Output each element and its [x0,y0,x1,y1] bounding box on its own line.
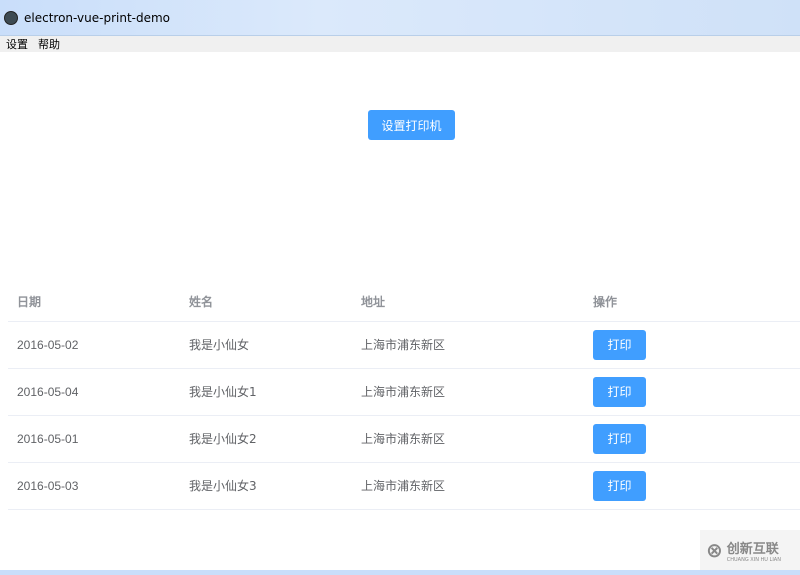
cell-action: 打印 [584,321,800,369]
cell-address: 上海市浦东新区 [352,462,584,510]
watermark-logo-icon: ⊗ [706,538,723,562]
taskbar-edge [0,570,800,575]
cell-address: 上海市浦东新区 [352,321,584,369]
title-bar: electron-vue-print-demo [0,0,800,36]
cell-date: 2016-05-02 [8,321,180,369]
header-name: 姓名 [180,282,352,322]
cell-action: 打印 [584,415,800,463]
cell-date: 2016-05-04 [8,368,180,416]
watermark-subtext: CHUANG XIN HU LIAN [726,556,781,563]
header-date: 日期 [8,282,180,322]
table-row: 2016-05-01 我是小仙女2 上海市浦东新区 打印 [8,415,800,463]
cell-date: 2016-05-03 [8,462,180,510]
window-title: electron-vue-print-demo [24,10,171,25]
data-table: 日期 姓名 地址 操作 2016-05-02 我是小仙女 上海市浦东新区 打印 2… [8,282,800,510]
set-printer-button[interactable]: 设置打印机 [368,110,455,140]
cell-name: 我是小仙女3 [180,462,352,510]
cell-address: 上海市浦东新区 [352,415,584,463]
cell-date: 2016-05-01 [8,415,180,463]
header-address: 地址 [352,282,584,322]
watermark: ⊗ 创新互联 CHUANG XIN HU LIAN [700,530,800,570]
cell-action: 打印 [584,462,800,510]
header-action: 操作 [584,282,800,322]
menu-help[interactable]: 帮助 [38,36,60,52]
main-content: 设置打印机 日期 姓名 地址 操作 2016-05-02 我是小仙女 上海市浦东… [0,52,800,570]
print-button[interactable]: 打印 [593,376,646,407]
cell-action: 打印 [584,368,800,416]
cell-address: 上海市浦东新区 [352,368,584,416]
watermark-text: 创新互联 [726,541,779,557]
cell-name: 我是小仙女1 [180,368,352,416]
print-button[interactable]: 打印 [593,423,646,454]
print-button[interactable]: 打印 [593,470,646,501]
cell-name: 我是小仙女2 [180,415,352,463]
menu-settings[interactable]: 设置 [6,36,28,52]
table-row: 2016-05-02 我是小仙女 上海市浦东新区 打印 [8,321,800,369]
cell-name: 我是小仙女 [180,321,352,369]
table-row: 2016-05-04 我是小仙女1 上海市浦东新区 打印 [8,368,800,416]
print-button[interactable]: 打印 [593,329,646,360]
table-row: 2016-05-03 我是小仙女3 上海市浦东新区 打印 [8,462,800,510]
electron-app-icon [4,10,18,25]
menu-bar: 设置 帮助 [0,36,800,52]
